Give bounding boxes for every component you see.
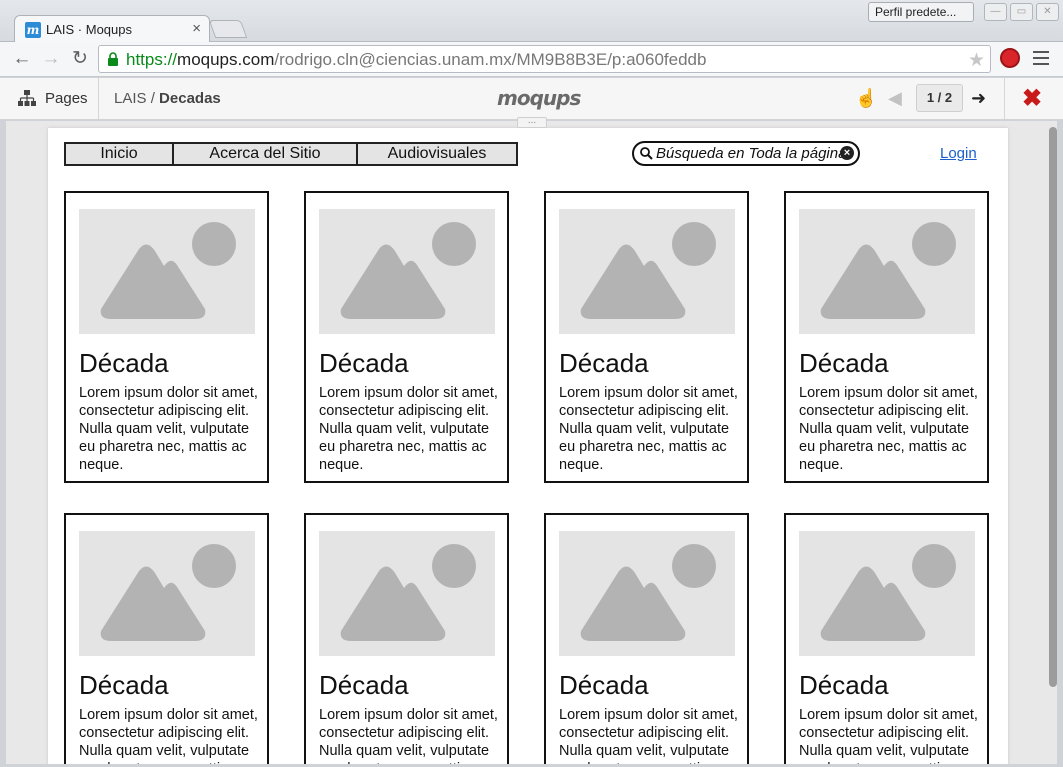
search-input[interactable]: Búsqueda en Toda la página — [656, 145, 846, 162]
card-title: Década — [559, 670, 649, 700]
image-placeholder-icon — [79, 531, 255, 656]
nav-item-inicio[interactable]: Inicio — [66, 144, 174, 164]
decade-card[interactable]: Década Lorem ipsum dolor sit amet, consec… — [784, 191, 989, 483]
maximize-icon[interactable]: ▭ — [1010, 3, 1033, 21]
minimize-icon[interactable]: — — [984, 3, 1007, 21]
mockup-page: Inicio Acerca del Sitio Audiovisuales Bú… — [48, 128, 1008, 764]
previous-page-icon[interactable]: ◀ — [888, 88, 902, 109]
image-placeholder-icon — [559, 209, 735, 334]
profile-button[interactable]: Perfil predete... — [868, 2, 974, 22]
browser-tab[interactable]: m LAIS · Moqups × — [14, 15, 210, 43]
forward-icon[interactable]: → — [40, 48, 62, 70]
decade-card[interactable]: Década Lorem ipsum dolor sit amet, consec… — [304, 513, 509, 764]
search-icon — [640, 147, 653, 160]
new-tab-button[interactable] — [208, 20, 248, 38]
nav-item-acerca[interactable]: Acerca del Sitio — [174, 144, 358, 164]
nav-item-audiovisuales[interactable]: Audiovisuales — [358, 144, 516, 164]
bookmark-star-icon[interactable]: ★ — [968, 49, 985, 72]
divider — [1004, 78, 1005, 119]
card-title: Década — [559, 348, 649, 378]
card-title: Década — [799, 670, 889, 700]
collapse-grip[interactable]: ... — [517, 116, 547, 128]
breadcrumb: LAIS / Decadas — [114, 90, 221, 107]
card-text: Lorem ipsum dolor sit amet, consectetur … — [799, 385, 978, 473]
decade-card[interactable]: Década Lorem ipsum dolor sit amet, consec… — [64, 191, 269, 483]
card-title: Década — [799, 348, 889, 378]
card-text: Lorem ipsum dolor sit amet, consectetur … — [559, 385, 738, 473]
breadcrumb-page: Decadas — [159, 90, 221, 107]
card-text: Lorem ipsum dolor sit amet, consectetur … — [79, 707, 258, 764]
image-placeholder-icon — [799, 209, 975, 334]
decade-card[interactable]: Década Lorem ipsum dolor sit amet, consec… — [304, 191, 509, 483]
moqups-favicon-icon: m — [25, 22, 41, 38]
moqups-header: Pages LAIS / Decadas moqups ☝ ◀ 1 / 2 ➜ … — [0, 78, 1063, 120]
browser-menu-icon[interactable] — [1033, 51, 1049, 65]
tab-title: LAIS · Moqups — [46, 22, 132, 37]
moqups-logo: moqups — [497, 86, 581, 110]
image-placeholder-icon — [319, 209, 495, 334]
site-navbar: Inicio Acerca del Sitio Audiovisuales — [64, 142, 518, 166]
pages-button[interactable]: Pages — [0, 78, 99, 119]
page-counter: 1 / 2 — [916, 84, 963, 112]
search-box[interactable]: Búsqueda en Toda la página × — [632, 141, 860, 166]
login-link[interactable]: Login — [940, 145, 977, 162]
close-preview-icon[interactable]: ✖ — [1022, 84, 1042, 113]
card-title: Década — [319, 348, 409, 378]
back-icon[interactable]: ← — [11, 48, 33, 70]
browser-titlebar: m LAIS · Moqups × Perfil predete... — ▭ … — [0, 0, 1063, 43]
image-placeholder-icon — [319, 531, 495, 656]
browser-toolbar: ← → ↻ https://moqups.com/rodrigo.cln@cie… — [0, 42, 1063, 77]
image-placeholder-icon — [559, 531, 735, 656]
url-text: https://moqups.com/rodrigo.cln@ciencias.… — [126, 50, 707, 69]
adblock-extension-icon[interactable] — [1000, 48, 1020, 68]
card-text: Lorem ipsum dolor sit amet, consectetur … — [319, 385, 498, 473]
hand-pointer-icon[interactable]: ☝ — [855, 88, 877, 109]
card-text: Lorem ipsum dolor sit amet, consectetur … — [79, 385, 258, 473]
lock-icon — [108, 52, 118, 66]
sitemap-icon — [18, 90, 36, 106]
next-page-icon[interactable]: ➜ — [971, 88, 986, 109]
breadcrumb-project[interactable]: LAIS — [114, 90, 147, 107]
card-title: Década — [319, 670, 409, 700]
pages-label: Pages — [45, 90, 88, 107]
tab-close-icon[interactable]: × — [192, 21, 201, 37]
card-text: Lorem ipsum dolor sit amet, consectetur … — [319, 707, 498, 764]
decade-card[interactable]: Década Lorem ipsum dolor sit amet, consec… — [544, 513, 749, 764]
card-title: Década — [79, 670, 169, 700]
decade-card[interactable]: Década Lorem ipsum dolor sit amet, consec… — [784, 513, 989, 764]
mockup-viewport: Inicio Acerca del Sitio Audiovisuales Bú… — [6, 121, 1057, 764]
card-text: Lorem ipsum dolor sit amet, consectetur … — [559, 707, 738, 764]
address-bar[interactable]: https://moqups.com/rodrigo.cln@ciencias.… — [98, 45, 991, 73]
vertical-scrollbar[interactable] — [1049, 127, 1057, 687]
image-placeholder-icon — [799, 531, 975, 656]
card-title: Década — [79, 348, 169, 378]
clear-search-icon[interactable]: × — [840, 146, 854, 160]
image-placeholder-icon — [79, 209, 255, 334]
decade-card[interactable]: Década Lorem ipsum dolor sit amet, consec… — [544, 191, 749, 483]
window-close-icon[interactable]: ✕ — [1036, 3, 1059, 21]
reload-icon[interactable]: ↻ — [69, 48, 91, 70]
decade-card[interactable]: Década Lorem ipsum dolor sit amet, consec… — [64, 513, 269, 764]
card-text: Lorem ipsum dolor sit amet, consectetur … — [799, 707, 978, 764]
